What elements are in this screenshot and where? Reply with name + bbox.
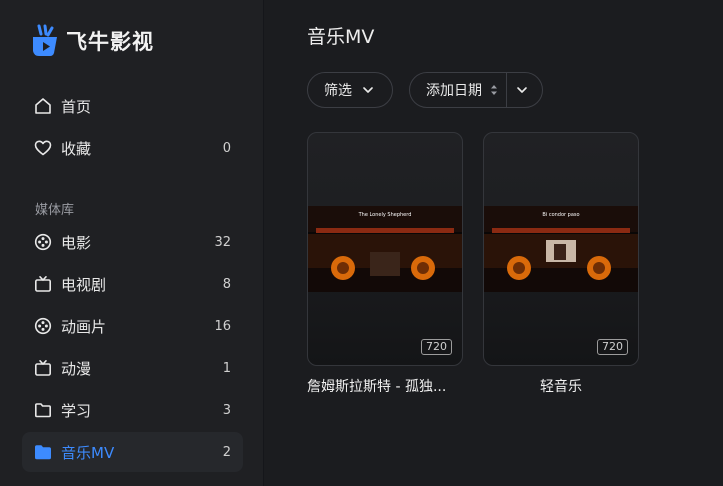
- sidebar-item-study[interactable]: 学习 3: [22, 390, 243, 430]
- sidebar-item-count: 8: [222, 276, 231, 292]
- resolution-badge: 720: [421, 339, 452, 355]
- sidebar-item-label: 电影: [61, 233, 92, 252]
- logo-icon: [33, 24, 57, 56]
- sidebar-item-count: 1: [222, 360, 231, 376]
- sidebar-item-count: 0: [222, 140, 231, 156]
- sort-field-label[interactable]: 添加日期: [426, 80, 482, 100]
- filter-button[interactable]: 筛选: [307, 72, 393, 108]
- film-reel-icon: [34, 317, 52, 335]
- media-card[interactable]: The Lonely Shepherd 720: [307, 132, 463, 366]
- sort-control: 添加日期: [409, 72, 543, 108]
- film-reel-icon: [34, 233, 52, 251]
- sidebar-item-count: 2: [222, 444, 231, 460]
- media-card[interactable]: Bi condor paso 720: [483, 132, 639, 366]
- sidebar-item-favorites[interactable]: 收藏 0: [22, 128, 243, 168]
- sidebar-item-label: 动画片: [61, 317, 107, 336]
- tv-icon: [34, 360, 51, 376]
- heart-icon: [34, 140, 52, 156]
- sidebar-item-label: 动漫: [61, 359, 92, 378]
- folder-icon: [35, 445, 51, 460]
- sidebar-item-movies[interactable]: 电影 32: [22, 222, 243, 262]
- resolution-badge: 720: [597, 339, 628, 355]
- sidebar-item-animation[interactable]: 动画片 16: [22, 306, 243, 346]
- sidebar-item-count: 32: [214, 234, 231, 250]
- sidebar-item-label: 收藏: [61, 139, 92, 158]
- app-logo[interactable]: 飞牛影视: [30, 24, 154, 58]
- poster-title-text: Bi condor paso: [542, 212, 579, 218]
- section-title-library: 媒体库: [35, 203, 75, 218]
- tv-icon: [34, 276, 51, 292]
- card-title[interactable]: 詹姆斯拉斯特 - 孤独...: [307, 376, 463, 396]
- poster-title-text: The Lonely Shepherd: [358, 212, 412, 218]
- sidebar-item-label: 音乐MV: [61, 443, 115, 462]
- poster-thumbnail: The Lonely Shepherd: [308, 206, 462, 292]
- poster-thumbnail: Bi condor paso: [484, 206, 638, 292]
- app-name: 飞牛影视: [66, 30, 154, 54]
- sidebar-item-home[interactable]: 首页: [22, 86, 243, 126]
- folder-icon: [35, 403, 51, 418]
- home-icon: [35, 98, 51, 114]
- sidebar-item-count: 16: [214, 318, 231, 334]
- sidebar-item-tv-series[interactable]: 电视剧 8: [22, 264, 243, 304]
- sidebar-item-anime[interactable]: 动漫 1: [22, 348, 243, 388]
- page-title: 音乐MV: [307, 26, 375, 48]
- filter-label: 筛选: [324, 83, 352, 99]
- sidebar-item-music-mv[interactable]: 音乐MV 2: [22, 432, 243, 472]
- chevron-down-icon: [363, 87, 373, 93]
- sort-order-icon[interactable]: [490, 84, 498, 96]
- sidebar-item-count: 3: [222, 402, 231, 418]
- main-content: 音乐MV 筛选 添加日期 The Lonely Shepherd 720 詹姆斯…: [265, 0, 723, 486]
- sidebar: 飞牛影视 首页 收藏 0 媒体库 电影 32 电视剧 8 动画片 16 动漫 1…: [0, 0, 264, 486]
- card-title[interactable]: 轻音乐: [483, 376, 639, 396]
- sidebar-item-label: 电视剧: [61, 275, 107, 294]
- sort-dropdown-icon[interactable]: [516, 86, 528, 94]
- sidebar-item-label: 首页: [61, 97, 92, 116]
- sort-divider: [506, 73, 507, 107]
- sidebar-item-label: 学习: [61, 401, 92, 420]
